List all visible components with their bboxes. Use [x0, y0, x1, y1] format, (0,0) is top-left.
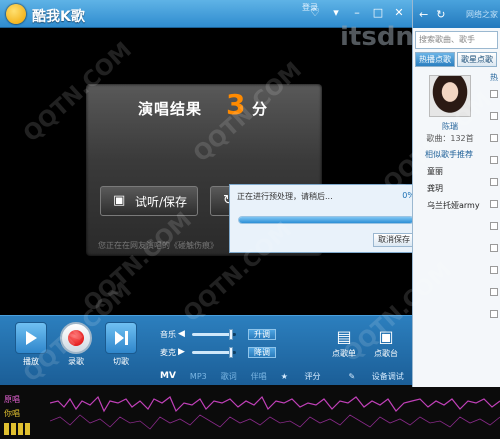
listen-save-label: 试听/保存	[135, 194, 188, 209]
legend-you: 你唱	[4, 409, 20, 418]
help-icon[interactable]: ♡	[308, 6, 322, 20]
song-sidebar: ← ↻ 网络之家 搜索歌曲、歌手 热播点歌 歌星点歌 陈瑞 歌曲：132首 相似…	[412, 0, 500, 387]
kuwo-logo-icon	[6, 4, 26, 24]
progress-dialog: 正在进行预处理，请稍后... 0% 取消保存	[229, 184, 422, 253]
maximize-icon[interactable]: □	[371, 6, 385, 20]
sidebar-tabs: 热播点歌 歌星点歌	[415, 52, 498, 67]
level-meter	[4, 423, 30, 435]
dialog-message: 正在进行预处理，请稍后...	[237, 192, 333, 201]
play-label: 播放	[23, 357, 39, 366]
song-checkbox[interactable]	[490, 310, 498, 318]
app-title: 酷我K歌	[32, 9, 85, 25]
song-checkbox[interactable]	[490, 90, 498, 98]
minimize-icon[interactable]: –	[350, 6, 364, 20]
song-search-input[interactable]: 搜索歌曲、歌手	[415, 31, 498, 49]
mic-label: 麦克	[160, 347, 176, 357]
dialog-progress-fill	[239, 217, 413, 223]
sidebar-brand: 网络之家	[466, 9, 498, 19]
score-toggle[interactable]: ★ 评分	[281, 371, 335, 382]
singer-card[interactable]: 陈瑞 歌曲：132首	[413, 71, 500, 147]
settings-icon[interactable]: ▾	[329, 6, 343, 20]
close-icon[interactable]: ✕	[392, 6, 406, 20]
title-bar: 酷我K歌 登录 ♡ ▾ – □ ✕	[0, 0, 412, 28]
cut-song-label: 切歌	[113, 357, 129, 366]
hot-column-header: 热	[490, 73, 498, 82]
cancel-save-button[interactable]: 取消保存	[373, 233, 415, 247]
score-label: 评分	[304, 371, 321, 381]
microphone-icon: ▶	[178, 347, 185, 357]
song-station-label: 点歌台	[374, 349, 398, 358]
play-icon	[15, 322, 47, 354]
refresh-icon[interactable]: ↻	[436, 8, 445, 21]
song-list-label: 点歌单	[332, 349, 356, 358]
tab-hot-songs[interactable]: 热播点歌	[415, 52, 455, 67]
cut-song-button[interactable]: 切歌	[103, 322, 139, 367]
song-list-icon: ▤	[336, 327, 352, 346]
pitch-panel: 原唱 你唱	[0, 387, 500, 439]
sidebar-toolbar: ← ↻ 网络之家	[413, 0, 500, 28]
related-singers-title: 相似歌手推荐	[425, 150, 473, 159]
app-window: 酷我K歌 登录 ♡ ▾ – □ ✕ 演唱结果 3 分 ▣ 试听/保存 ↻ 重录 …	[0, 0, 500, 439]
save-disk-icon: ▣	[113, 193, 126, 208]
raise-key-button[interactable]: 升调	[248, 328, 276, 340]
singer-photo[interactable]	[429, 75, 471, 117]
mode-lyrics[interactable]: 歌词	[221, 371, 237, 382]
listen-save-button[interactable]: ▣ 试听/保存	[100, 186, 198, 216]
dialog-progress-bar	[238, 216, 414, 224]
record-label: 录歌	[68, 357, 84, 366]
result-unit: 分	[252, 100, 268, 118]
pitch-waveform	[50, 395, 500, 430]
speaker-icon: ◀	[178, 329, 185, 339]
song-checkbox[interactable]	[490, 134, 498, 142]
song-checkbox[interactable]	[490, 112, 498, 120]
song-checkbox[interactable]	[490, 266, 498, 274]
result-hint: 您正在在网友演唱的《碰触伤痕》	[98, 241, 218, 250]
mic-volume-row: 麦克 ▶ 降调	[160, 345, 276, 359]
singer-song-count: 歌曲：132首	[426, 134, 474, 143]
music-volume-row: 音乐 ◀ 升调	[160, 327, 276, 341]
back-arrow-icon[interactable]: ←	[419, 8, 428, 21]
device-test-button[interactable]: ✎ 设备调试	[348, 371, 417, 382]
mode-mv[interactable]: MV	[160, 371, 176, 381]
window-controls: ♡ ▾ – □ ✕	[308, 6, 406, 20]
lower-key-button[interactable]: 降调	[248, 346, 276, 358]
song-checkbox[interactable]	[490, 222, 498, 230]
mode-mp3[interactable]: MP3	[190, 372, 207, 381]
singer-name[interactable]: 陈瑞	[413, 121, 487, 132]
legend-original: 原唱	[4, 395, 20, 404]
song-station-icon: ▣	[378, 327, 394, 346]
music-volume-knob[interactable]	[228, 328, 233, 340]
record-button[interactable]: 录歌	[58, 322, 94, 367]
wrench-icon: ✎	[348, 371, 358, 381]
song-list-button[interactable]: ▤ 点歌单	[322, 326, 366, 359]
mic-volume-slider[interactable]	[192, 346, 236, 358]
song-checkbox[interactable]	[490, 178, 498, 186]
tab-singer-songs[interactable]: 歌星点歌	[457, 52, 497, 67]
result-label: 演唱结果	[138, 100, 203, 118]
song-checkbox[interactable]	[490, 200, 498, 208]
mic-volume-knob[interactable]	[228, 346, 233, 358]
music-volume-slider[interactable]	[192, 328, 236, 340]
record-icon	[60, 322, 92, 354]
next-track-icon	[105, 322, 137, 354]
song-checkbox[interactable]	[490, 156, 498, 164]
mode-accompany[interactable]: 伴唱	[251, 371, 267, 382]
song-checkbox[interactable]	[490, 288, 498, 296]
result-score: 3	[226, 88, 246, 121]
device-label: 设备调试	[371, 371, 404, 381]
play-button[interactable]: 播放	[13, 322, 49, 367]
song-station-button[interactable]: ▣ 点歌台	[364, 326, 408, 359]
music-label: 音乐	[160, 329, 176, 339]
star-icon: ★	[280, 371, 291, 381]
song-checkbox[interactable]	[490, 244, 498, 252]
related-singer-1[interactable]: 童丽	[427, 166, 500, 177]
video-area: 演唱结果 3 分 ▣ 试听/保存 ↻ 重录 您正在在网友演唱的《碰触伤痕》	[0, 28, 412, 315]
